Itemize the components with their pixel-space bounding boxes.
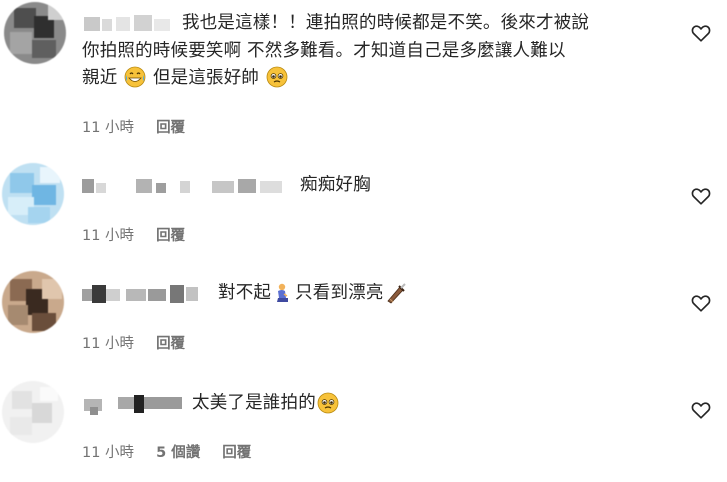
comment-line: 對不起: [218, 283, 272, 303]
comment-meta: 11 小時 回覆: [82, 332, 207, 353]
pleading-face-emoji: [317, 392, 339, 413]
timestamp[interactable]: 11 小時: [82, 120, 134, 136]
avatar[interactable]: [2, 271, 64, 333]
avatar[interactable]: [2, 163, 64, 225]
person-kneeling-emoji: [277, 283, 289, 302]
username[interactable]: [82, 13, 174, 35]
comment-meta: 11 小時 回覆: [82, 224, 207, 245]
heart-outline-icon[interactable]: [690, 399, 712, 421]
comment-line: 痴痴好胸: [300, 175, 371, 195]
comment-text: 對不起 只看到漂亮: [82, 280, 672, 308]
timestamp[interactable]: 11 小時: [82, 445, 134, 461]
avatar[interactable]: [2, 381, 64, 443]
comment-meta: 11 小時 回覆: [82, 116, 207, 137]
comment-line: 太美了是誰拍的: [192, 393, 316, 413]
comment-text: 太美了是誰拍的: [82, 390, 672, 418]
comment-line: 只看到漂亮: [295, 283, 384, 303]
grinning-tears-emoji: [124, 66, 146, 87]
timestamp[interactable]: 11 小時: [82, 336, 134, 352]
reply-button[interactable]: 回覆: [156, 120, 185, 136]
heart-outline-icon[interactable]: [690, 22, 712, 44]
comment-line: 親近: [82, 67, 118, 88]
reply-button[interactable]: 回覆: [156, 228, 185, 244]
dagger-emoji: [387, 282, 406, 304]
comment-meta: 11 小時 5 個讚 回覆: [82, 441, 273, 462]
comment-text: 痴痴好胸: [82, 172, 672, 200]
reply-button[interactable]: 回覆: [156, 336, 185, 352]
reply-button[interactable]: 回覆: [222, 445, 251, 461]
likes-count[interactable]: 5 個讚: [156, 445, 200, 461]
comment-line: 你拍照的時候要笑啊 不然多難看。才知道自己是多麼讓人難以: [82, 40, 566, 61]
comment-line: 但是這張好帥: [152, 67, 260, 88]
username[interactable]: [82, 283, 210, 305]
username[interactable]: [82, 175, 292, 197]
comment-line: 我也是這樣！！連拍照的時候都是不笑。後來才被說: [182, 13, 590, 33]
comment-text: 我也是這樣！！連拍照的時候都是不笑。後來才被說 你拍照的時候要笑啊 不然多難看。…: [82, 10, 672, 92]
pleading-face-emoji: [266, 66, 288, 87]
timestamp[interactable]: 11 小時: [82, 228, 134, 244]
heart-outline-icon[interactable]: [690, 292, 712, 314]
heart-outline-icon[interactable]: [690, 185, 712, 207]
avatar[interactable]: [4, 2, 66, 64]
username[interactable]: [82, 393, 184, 415]
